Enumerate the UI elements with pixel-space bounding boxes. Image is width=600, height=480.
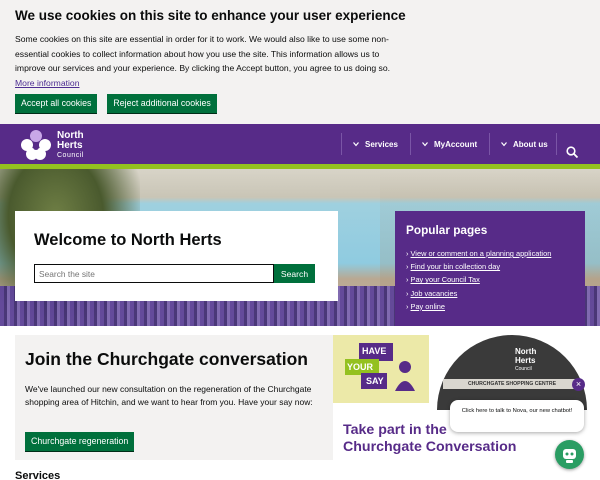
logo-line-herts: Herts — [57, 139, 83, 151]
popular-link[interactable]: › Find your bin collection day — [406, 260, 574, 273]
nav-myaccount-label: MyAccount — [434, 139, 478, 149]
popular-pages-list: › View or comment on a planning applicat… — [406, 247, 574, 313]
cookie-banner-body: Some cookies on this site are essential … — [15, 34, 390, 88]
your-text: YOUR — [347, 362, 374, 372]
logo-line-council: Council — [57, 151, 84, 159]
flower-logo-icon — [21, 130, 51, 160]
chevron-down-icon — [422, 142, 428, 147]
nav-divider — [489, 133, 490, 155]
promo-logo-herts: Herts — [515, 356, 536, 365]
search-icon[interactable] — [566, 146, 579, 159]
nav-divider — [341, 133, 342, 155]
churchgate-title: Join the Churchgate conversation — [25, 349, 308, 369]
churchgate-regeneration-button[interactable]: Churchgate regeneration — [25, 432, 135, 451]
chatbot-close-button[interactable]: × — [572, 378, 585, 391]
nav-about-us-label: About us — [513, 139, 548, 149]
reject-cookies-button[interactable]: Reject additional cookies — [107, 94, 217, 113]
chatbot-message[interactable]: Click here to talk to Nova, our new chat… — [450, 400, 584, 432]
nav-services[interactable]: Services — [353, 124, 398, 164]
say-text: SAY — [366, 376, 384, 386]
chatbot-robot-icon — [563, 449, 576, 463]
popular-link[interactable]: › Pay online — [406, 300, 574, 313]
nav-divider — [556, 133, 557, 155]
have-your-say-graphic: HAVE YOUR SAY — [333, 335, 429, 403]
north-herts-logo[interactable]: North Herts Council — [19, 128, 84, 162]
page-title: Welcome to North Herts — [34, 231, 222, 249]
promo-logo-north: North — [515, 347, 537, 356]
churchgate-body: We've launched our new consultation on t… — [25, 384, 313, 407]
popular-pages-title: Popular pages — [406, 223, 488, 237]
chevron-down-icon — [353, 142, 359, 147]
popular-link[interactable]: › Pay your Council Tax — [406, 273, 574, 286]
chatbot-launcher[interactable] — [555, 440, 584, 469]
churchgate-panel: Join the Churchgate conversation We've l… — [15, 335, 333, 460]
promo-logo-council: Council — [515, 366, 532, 372]
services-heading: Services — [15, 470, 61, 480]
search-button[interactable]: Search — [274, 264, 315, 283]
have-text: HAVE — [362, 346, 387, 356]
shopping-centre-photo: North Herts Council CHURCHGATE SHOPPING … — [437, 335, 587, 410]
popular-link[interactable]: › Job vacancies — [406, 287, 574, 300]
nav-divider — [410, 133, 411, 155]
welcome-panel: Welcome to North Herts Search — [15, 211, 338, 301]
popular-pages-panel: Popular pages › View or comment on a pla… — [395, 211, 585, 326]
popular-link[interactable]: › View or comment on a planning applicat… — [406, 247, 574, 260]
logo-line-north: North — [57, 129, 84, 141]
more-information-link[interactable]: More information — [15, 78, 79, 88]
accept-cookies-button[interactable]: Accept all cookies — [15, 94, 98, 113]
cookie-banner-title: We use cookies on this site to enhance y… — [15, 8, 406, 23]
search-input[interactable] — [34, 264, 274, 283]
promo-title-line2: Churchgate Conversation — [343, 439, 517, 455]
nav-myaccount[interactable]: MyAccount — [422, 124, 477, 164]
cookie-banner: We use cookies on this site to enhance y… — [0, 0, 600, 124]
nav-services-label: Services — [365, 139, 398, 149]
site-search: Search — [34, 264, 315, 283]
shopping-centre-sign: CHURCHGATE SHOPPING CENTRE — [443, 379, 581, 389]
nav-about-us[interactable]: About us — [501, 124, 548, 164]
chevron-down-icon — [501, 142, 507, 147]
site-header: North Herts Council Services MyAccount A… — [0, 124, 600, 164]
